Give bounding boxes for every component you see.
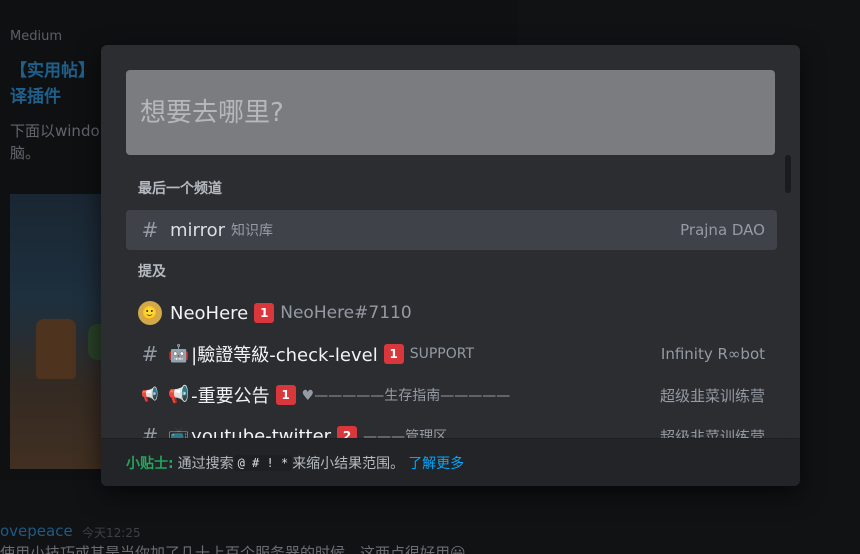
embed-description: 下面以windo脑。	[10, 122, 100, 162]
mention-badge: 2	[337, 426, 358, 438]
server-name: Prajna DAO	[680, 221, 765, 239]
result-row-mention[interactable]: 📢 📢 -重要公告 1 ♥—————生存指南————— 超级韭菜训练营	[126, 375, 777, 415]
result-row-last-channel[interactable]: # mirror 知识库 Prajna DAO	[126, 210, 777, 250]
message-timestamp: 今天12:25	[82, 526, 141, 540]
server-name: 超级韭菜训练营	[659, 386, 765, 405]
message-author: ovepeace	[0, 522, 73, 540]
protip-codes: @ # ! *	[233, 454, 293, 471]
mention-badge: 1	[383, 344, 404, 364]
server-name: 超级韭菜训练营	[659, 427, 765, 439]
hash-lock-icon: #	[141, 342, 159, 366]
result-row-mention[interactable]: 🙂 NeoHere 1 NeoHere#7110	[126, 293, 777, 333]
robot-emoji-icon: 🤖	[168, 344, 190, 364]
result-row-mention[interactable]: # 🤖 |驗證等級-check-level 1 SUPPORT Infinity…	[126, 334, 777, 374]
mention-detail: SUPPORT	[409, 346, 475, 362]
quick-switcher-search-input[interactable]	[126, 70, 775, 155]
mention-detail: NeoHere#7110	[280, 303, 412, 323]
result-row-mention[interactable]: # 📺 youtube-twitter 2 ———管理区 超级韭菜训练营	[126, 416, 777, 438]
mention-detail: ♥—————生存指南—————	[301, 388, 511, 404]
user-avatar-icon: 🙂	[138, 301, 162, 325]
mention-badge: 1	[275, 385, 296, 405]
protip-footer: 小贴士: 通过搜索 @ # ! * 来缩小结果范围。 了解更多	[101, 438, 800, 486]
quick-switcher-modal: 最后一个频道 # mirror 知识库 Prajna DAO 提及 🙂 NeoH…	[101, 45, 800, 486]
server-name: Infinity R∞bot	[660, 345, 765, 363]
channel-name: mirror	[170, 219, 226, 241]
mention-name: NeoHere	[170, 302, 249, 324]
mention-name: |驗證等級-check-level	[191, 345, 378, 366]
embed-image	[10, 194, 114, 469]
protip-label: 小贴士:	[126, 455, 174, 472]
image-figure	[36, 319, 76, 379]
hash-icon: #	[141, 424, 159, 438]
megaphone-emoji-icon: 📢	[168, 385, 190, 405]
tv-emoji-icon: 📺	[168, 426, 190, 438]
results-scrollbar-thumb[interactable]	[785, 155, 791, 193]
embed-title: 【实用帖】译插件	[10, 61, 95, 107]
learn-more-link[interactable]: 了解更多	[408, 453, 464, 473]
mention-detail: ———管理区	[363, 429, 448, 438]
message-text: 使用小技巧或其是当你加了几十上百个服务器的时候，这两点很好用😀	[0, 544, 466, 554]
mention-name: -重要公告	[191, 386, 270, 407]
channel-category: 知识库	[231, 223, 274, 239]
mention-name: youtube-twitter	[191, 425, 332, 439]
results-list: 最后一个频道 # mirror 知识库 Prajna DAO 提及 🙂 NeoH…	[101, 170, 800, 438]
hash-icon: #	[141, 218, 159, 242]
protip-text-before: 通过搜索	[177, 455, 234, 472]
embed-source: Medium	[10, 29, 62, 44]
announcement-icon: 📢	[141, 387, 159, 403]
results-scrollbar-track[interactable]	[785, 155, 791, 437]
protip-text-after: 来缩小结果范围。	[292, 455, 405, 472]
section-header-last-channel: 最后一个频道	[138, 181, 222, 197]
section-header-mentions: 提及	[138, 264, 166, 280]
mention-badge: 1	[254, 303, 275, 323]
